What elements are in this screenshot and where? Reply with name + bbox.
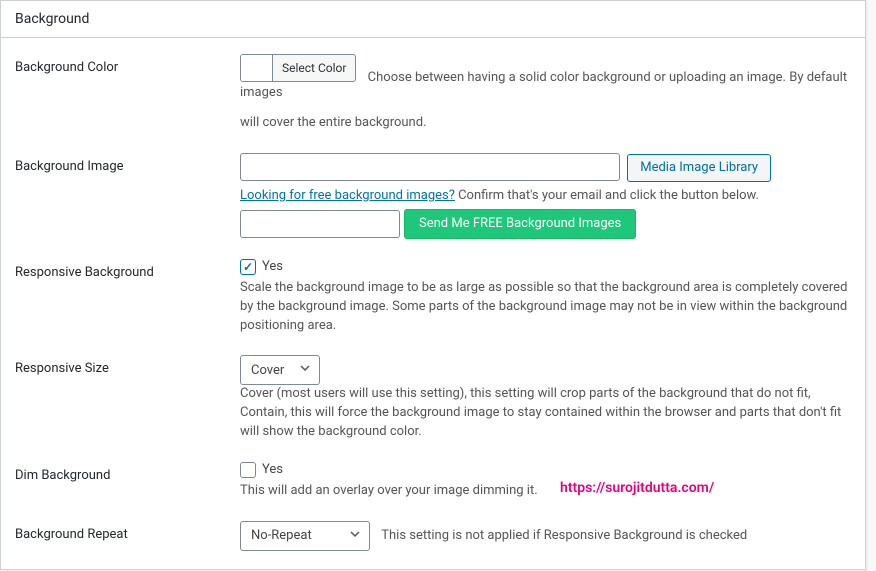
panel-title: Background [1, 1, 865, 38]
size-field: Cover Cover (most users will use this se… [240, 355, 851, 442]
dim-checkbox[interactable] [240, 462, 256, 478]
bg-color-label: Background Color [15, 54, 240, 75]
responsive-desc: Scale the background image to be as larg… [240, 279, 851, 336]
row-bg-image: Background Image Media Image Library Loo… [15, 153, 851, 239]
repeat-select[interactable]: No-Repeat [240, 521, 370, 551]
responsive-yes: Yes [262, 259, 283, 274]
select-color-label: Select Color [273, 55, 355, 81]
dim-label: Dim Background [15, 462, 240, 483]
bg-image-label: Background Image [15, 153, 240, 174]
color-swatch [241, 55, 273, 81]
select-color-button[interactable]: Select Color [240, 54, 356, 82]
chevron-down-icon [299, 362, 311, 378]
bg-color-field: Select Color Choose between having a sol… [240, 54, 851, 133]
email-input[interactable] [240, 210, 400, 238]
repeat-value: No-Repeat [251, 528, 312, 543]
repeat-field: No-Repeat This setting is not applied if… [240, 521, 851, 551]
free-images-link[interactable]: Looking for free background images? [240, 188, 455, 203]
row-bg-color: Background Color Select Color Choose bet… [15, 54, 851, 133]
panel-body: Background Color Select Color Choose bet… [1, 38, 865, 569]
responsive-label: Responsive Background [15, 259, 240, 280]
chevron-down-icon [349, 528, 361, 544]
right-gutter [868, 0, 876, 571]
email-line: Send Me FREE Background Images [240, 209, 851, 239]
size-label: Responsive Size [15, 355, 240, 376]
media-library-button[interactable]: Media Image Library [627, 154, 771, 182]
confirm-text: Confirm that's your email and click the … [455, 188, 759, 203]
responsive-checkbox[interactable] [240, 259, 256, 275]
bg-image-subline: Looking for free background images? Conf… [240, 188, 851, 203]
responsive-field: Yes Scale the background image to be as … [240, 259, 851, 336]
dim-yes: Yes [262, 462, 283, 477]
repeat-label: Background Repeat [15, 521, 240, 542]
dim-desc: This will add an overlay over your image… [240, 482, 851, 501]
row-dim: Dim Background Yes This will add an over… [15, 462, 851, 501]
background-panel: Background Background Color Select Color… [0, 0, 866, 570]
row-responsive: Responsive Background Yes Scale the back… [15, 259, 851, 336]
row-size: Responsive Size Cover Cover (most users … [15, 355, 851, 442]
bg-color-desc-2: will cover the entire background. [240, 114, 851, 133]
size-value: Cover [251, 363, 284, 378]
send-free-images-button[interactable]: Send Me FREE Background Images [404, 209, 636, 239]
bg-image-input[interactable] [240, 153, 620, 181]
size-select[interactable]: Cover [240, 355, 320, 385]
dim-field: Yes This will add an overlay over your i… [240, 462, 851, 501]
repeat-desc: This setting is not applied if Responsiv… [381, 528, 747, 543]
row-repeat: Background Repeat No-Repeat This setting… [15, 521, 851, 551]
bg-image-field: Media Image Library Looking for free bac… [240, 153, 851, 239]
size-desc: Cover (most users will use this setting)… [240, 385, 851, 442]
